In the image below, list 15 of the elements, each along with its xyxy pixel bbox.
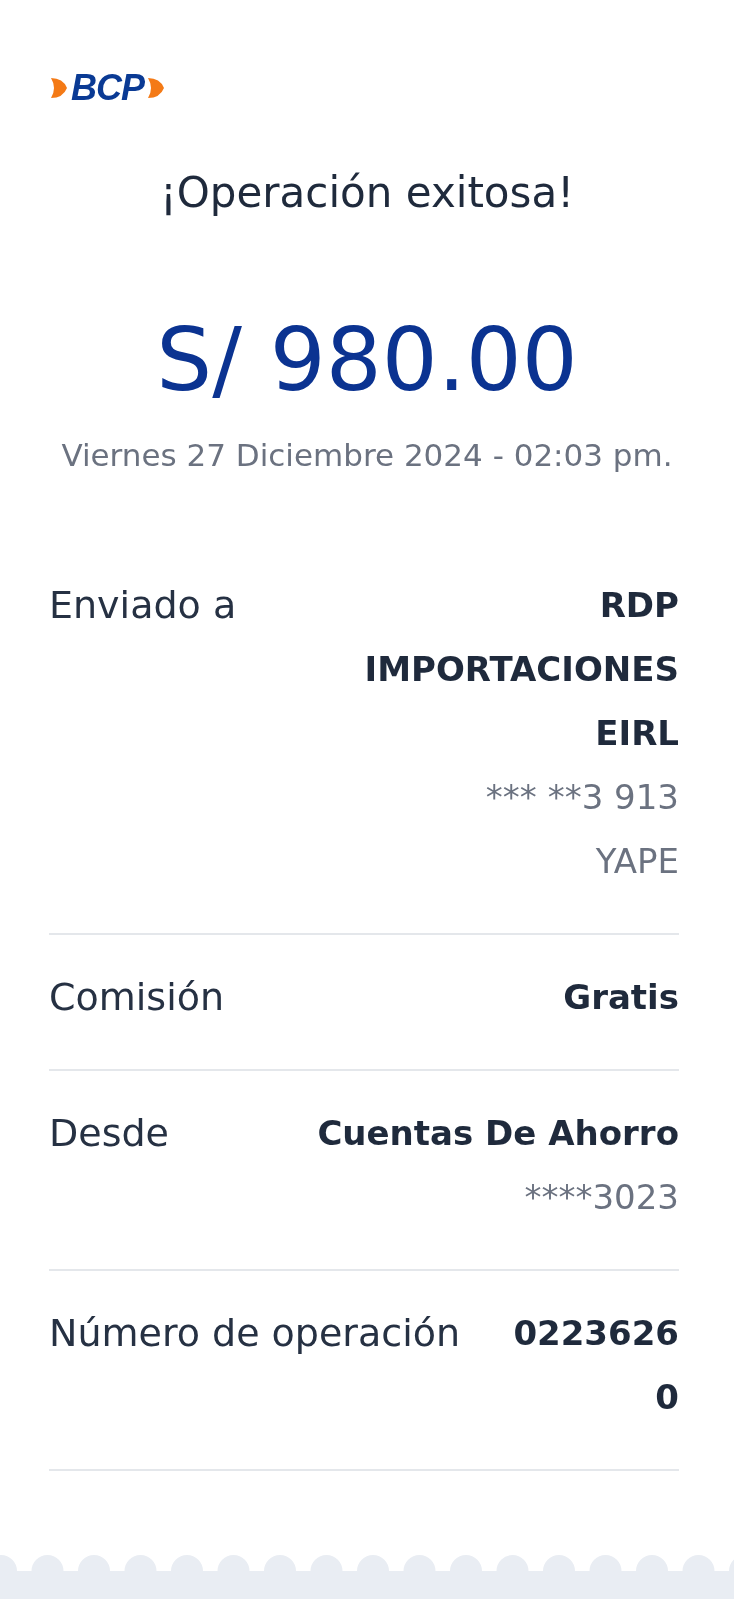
detail-subtext: ****3023 <box>524 1175 679 1219</box>
amount: S/ 980.00 <box>155 312 579 409</box>
detail-label: Comisión <box>49 973 225 1021</box>
detail-subtext: *** **3 913 <box>485 775 679 819</box>
detail-label: Número de operación <box>49 1309 461 1357</box>
detail-subtext: YAPE <box>595 839 679 883</box>
date-time: Viernes 27 Diciembre 2024 - 02:03 pm. <box>60 436 674 473</box>
detail-value: Cuentas De Ahorro <box>317 1111 679 1155</box>
logo-text: BCP <box>71 70 144 106</box>
detail-label: Enviado a <box>49 581 237 629</box>
detail-label: Desde <box>49 1109 169 1157</box>
success-title: ¡Operación exitosa! <box>158 168 576 217</box>
detail-value: 02236260 <box>512 1311 679 1419</box>
detail-value: RDP IMPORTACIONES EIRL <box>363 583 679 755</box>
detail-value: Gratis <box>563 975 679 1019</box>
